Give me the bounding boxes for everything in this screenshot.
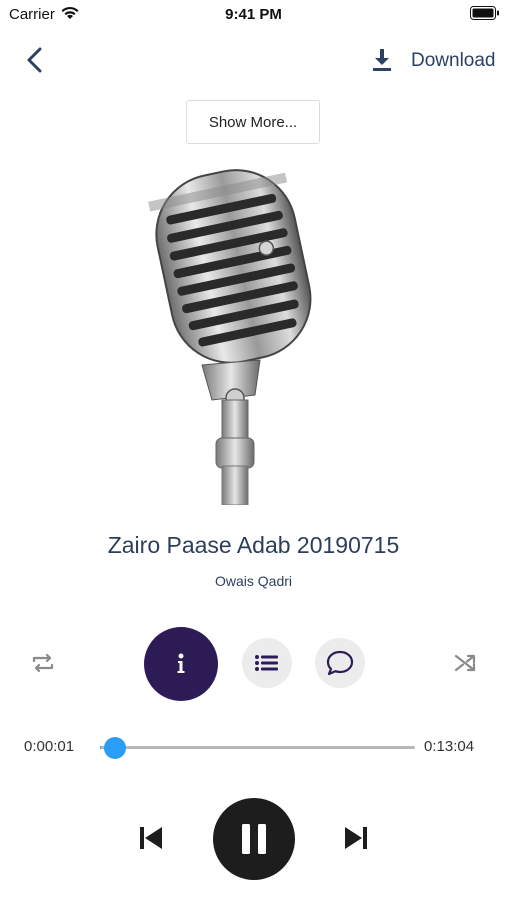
clock-time: 9:41 PM xyxy=(225,6,282,23)
info-button[interactable] xyxy=(144,627,218,701)
download-button[interactable]: Download xyxy=(368,42,502,78)
repeat-icon xyxy=(32,653,54,673)
chevron-left-icon xyxy=(27,47,42,73)
microphone-image xyxy=(148,169,312,505)
show-more-button[interactable]: Show More... xyxy=(186,100,320,144)
comment-button[interactable] xyxy=(315,638,365,688)
shuffle-button[interactable] xyxy=(451,648,481,678)
list-icon xyxy=(255,655,278,671)
previous-track-button[interactable] xyxy=(135,822,167,854)
comment-icon xyxy=(326,650,354,676)
battery-icon xyxy=(470,6,499,20)
status-bar: Carrier 9:41 PM xyxy=(0,0,507,30)
pause-icon xyxy=(242,824,266,854)
skip-back-icon xyxy=(140,827,162,849)
playlist-button[interactable] xyxy=(242,638,292,688)
repeat-button[interactable] xyxy=(28,648,58,678)
seek-slider[interactable] xyxy=(100,746,415,749)
total-time: 0:13:04 xyxy=(424,738,475,755)
download-label: Download xyxy=(411,50,496,71)
download-icon xyxy=(373,49,391,71)
info-icon xyxy=(177,653,185,673)
skip-forward-icon xyxy=(345,827,367,849)
elapsed-time: 0:00:01 xyxy=(24,738,75,755)
track-artist: Owais Qadri xyxy=(214,573,293,589)
back-button[interactable] xyxy=(20,42,52,78)
pause-button[interactable] xyxy=(213,798,295,880)
next-track-button[interactable] xyxy=(340,822,372,854)
shuffle-icon xyxy=(454,654,476,672)
track-title: Zairo Paase Adab 20190715 xyxy=(107,532,400,558)
